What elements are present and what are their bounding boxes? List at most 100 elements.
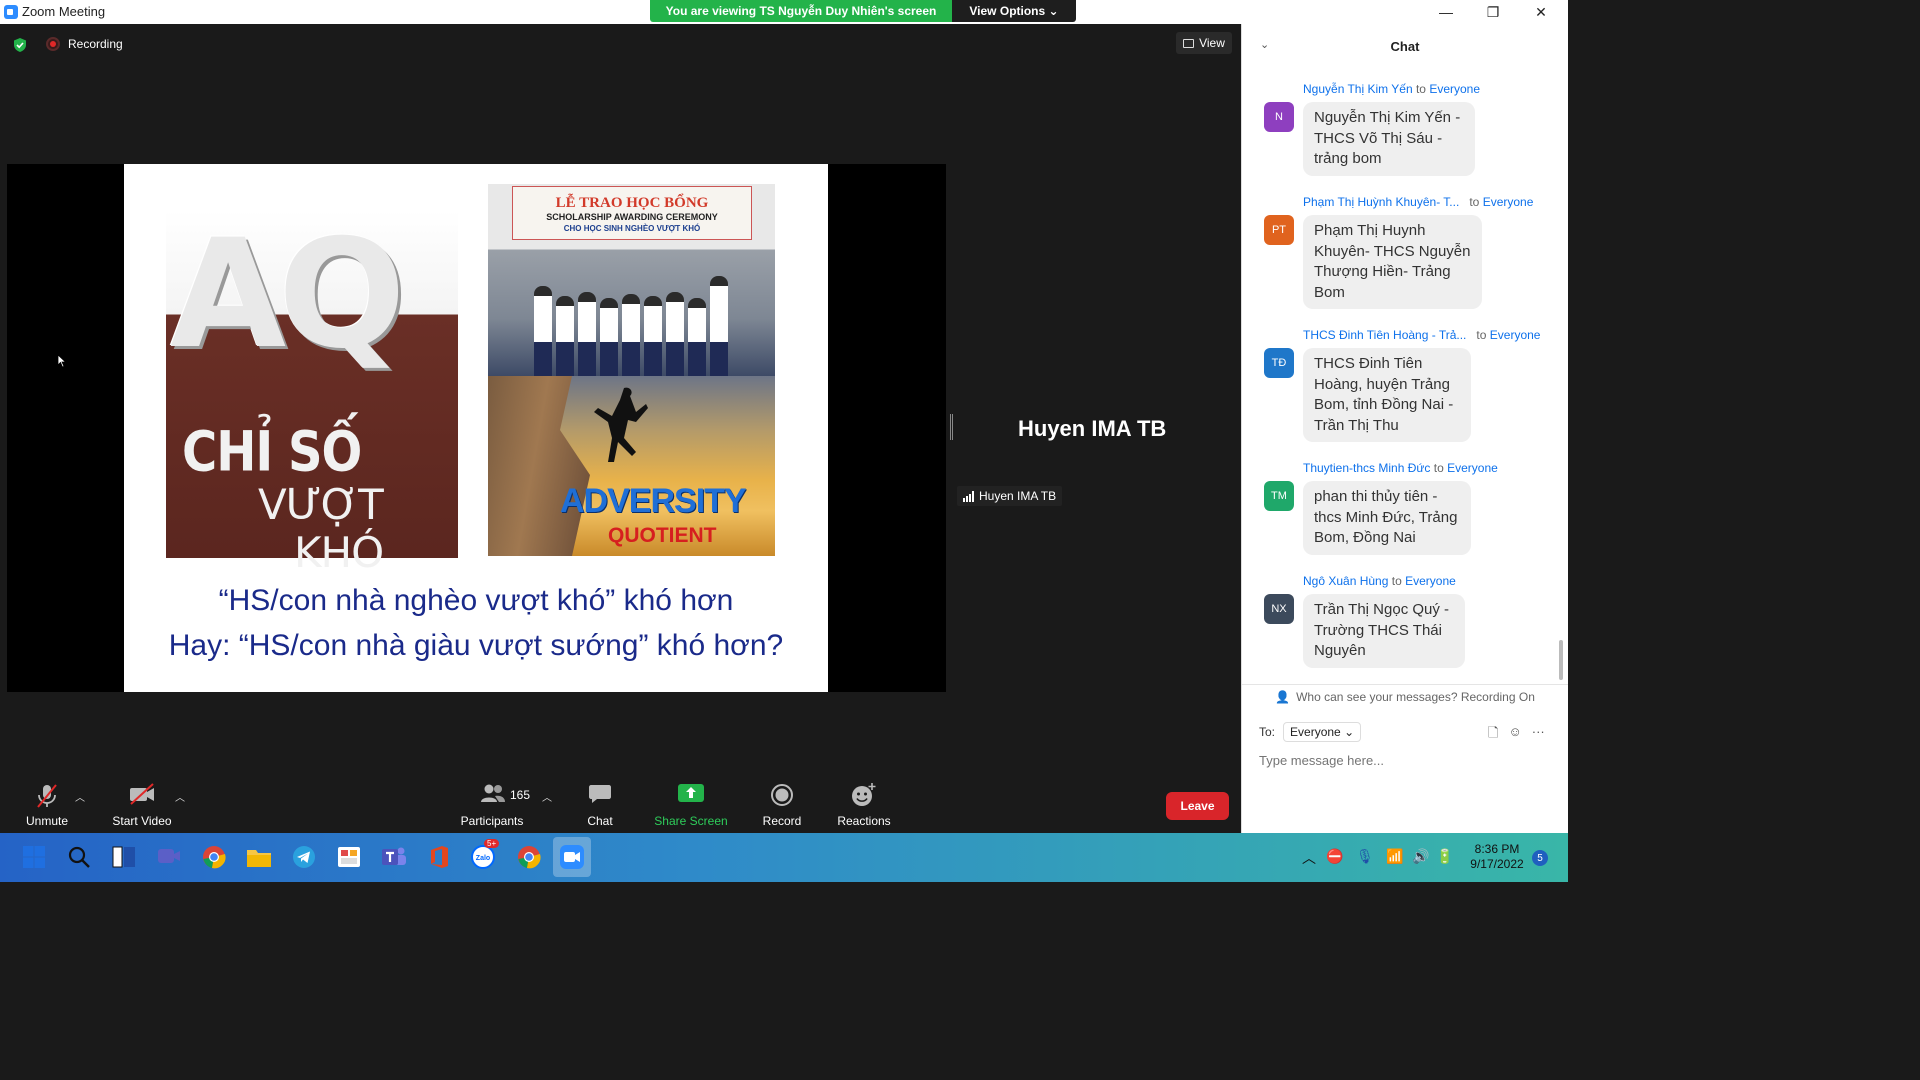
taskbar-app-zalo[interactable]: Zalo 5+ bbox=[470, 839, 500, 871]
volume-icon[interactable]: 🔊 bbox=[1412, 848, 1429, 865]
taskbar-app-chrome[interactable] bbox=[200, 843, 228, 871]
start-video-button[interactable]: Start Video bbox=[108, 775, 176, 833]
sender-name[interactable]: Ngô Xuân Hùng bbox=[1303, 574, 1388, 588]
person-lock-icon: 👤 bbox=[1275, 689, 1291, 704]
chat-button[interactable]: Chat bbox=[578, 775, 622, 833]
restore-button[interactable]: ❐ bbox=[1470, 0, 1516, 24]
avatar: NX bbox=[1264, 594, 1294, 624]
avatar: TM bbox=[1264, 481, 1294, 511]
aq-line-3: KHÓ bbox=[294, 528, 384, 577]
taskbar-app-zoom[interactable] bbox=[553, 837, 591, 877]
chat-scrollbar[interactable] bbox=[1559, 640, 1563, 680]
message-bubble: Nguyễn Thị Kim Yến - THCS Võ Thị Sáu - t… bbox=[1303, 102, 1475, 176]
taskbar-app-office[interactable] bbox=[425, 843, 453, 871]
taskbar-app-teams-chat[interactable] bbox=[155, 843, 183, 871]
message-recipient[interactable]: Everyone bbox=[1429, 82, 1480, 96]
message-bubble: phan thi thủy tiên - thcs Minh Đức, Trản… bbox=[1303, 481, 1471, 555]
wifi-icon[interactable]: 📶 bbox=[1386, 848, 1403, 865]
message-recipient[interactable]: Everyone bbox=[1490, 328, 1541, 342]
system-clock[interactable]: 8:36 PM 9/17/2022 bbox=[1462, 842, 1532, 872]
banner-subtitle-2: CHO HỌC SINH NGHÈO VƯỢT KHÓ bbox=[563, 224, 701, 233]
message-recipient[interactable]: Everyone bbox=[1447, 461, 1498, 475]
recipient-value: Everyone bbox=[1290, 725, 1341, 739]
start-video-label: Start Video bbox=[112, 814, 172, 828]
person-figure bbox=[600, 298, 618, 376]
avatar: PT bbox=[1264, 215, 1294, 245]
visibility-label: Who can see your messages? Recording On bbox=[1296, 689, 1535, 704]
participants-button[interactable]: 165 Participants bbox=[456, 775, 530, 833]
chat-tools: 🗋 ☺ ··· bbox=[1488, 724, 1545, 746]
person-figure bbox=[644, 296, 662, 376]
title-bar: Zoom Meeting You are viewing TS Nguyễn D… bbox=[0, 0, 1568, 24]
taskbar-app-chrome-2[interactable] bbox=[515, 843, 543, 871]
battery-icon[interactable]: 🔋 bbox=[1436, 848, 1453, 865]
close-icon: ✕ bbox=[1535, 3, 1547, 20]
message-input[interactable] bbox=[1259, 753, 1549, 768]
taskbar-app-telegram[interactable] bbox=[290, 843, 318, 871]
person-figure bbox=[622, 294, 640, 376]
reactions-button[interactable]: Reactions bbox=[834, 775, 894, 833]
sender-name[interactable]: THCS Đinh Tiên Hoàng - Trả... bbox=[1303, 328, 1466, 342]
notification-badge[interactable]: 5 bbox=[1532, 850, 1548, 866]
emoji-icon[interactable]: ☺ bbox=[1508, 724, 1521, 746]
microphone-tray-icon[interactable]: 🎙 bbox=[1356, 848, 1374, 865]
antivirus-tray-icon[interactable]: ⛔ bbox=[1326, 848, 1343, 865]
task-view-button[interactable] bbox=[110, 843, 138, 871]
leave-button[interactable]: Leave bbox=[1166, 792, 1229, 820]
start-button[interactable] bbox=[20, 843, 48, 871]
minimize-button[interactable]: — bbox=[1423, 0, 1469, 24]
climber-photo: ADVERSITY QUOTIENT bbox=[488, 376, 775, 556]
sender-name[interactable]: Phạm Thị Huỳnh Khuyên- T... bbox=[1303, 195, 1459, 209]
unmute-button[interactable]: Unmute bbox=[20, 775, 74, 833]
sender-name[interactable]: Thuytien-thcs Minh Đức bbox=[1303, 461, 1430, 475]
aq-line-1: CHỈ SỐ bbox=[182, 419, 362, 485]
recipient-select[interactable]: Everyone ⌄ bbox=[1283, 722, 1362, 742]
sender-name[interactable]: Nguyễn Thị Kim Yến bbox=[1303, 82, 1413, 96]
message-header: Thuytien-thcs Minh Đức to Everyone bbox=[1303, 461, 1498, 475]
message-header: Phạm Thị Huỳnh Khuyên- T... to Everyone bbox=[1303, 195, 1533, 209]
close-button[interactable]: ✕ bbox=[1518, 0, 1564, 24]
message-bubble: THCS Đinh Tiên Hoàng, huyện Trảng Bom, t… bbox=[1303, 348, 1471, 442]
message-to: to bbox=[1433, 461, 1444, 475]
person-figure bbox=[534, 286, 552, 376]
participants-caret-icon[interactable]: ︿ bbox=[542, 789, 552, 804]
chat-header: ⌄ Chat bbox=[1242, 24, 1568, 70]
message-header: Nguyễn Thị Kim Yến to Everyone bbox=[1303, 82, 1480, 96]
recording-label: Recording bbox=[68, 37, 123, 51]
record-button[interactable]: Record bbox=[758, 775, 806, 833]
taskbar-app-teams[interactable] bbox=[380, 843, 408, 871]
meeting-toolbar: Unmute ︿ Start Video ︿ 165 Participants … bbox=[0, 775, 1241, 833]
message-header: THCS Đinh Tiên Hoàng - Trả... to Everyon… bbox=[1303, 328, 1540, 342]
taskbar-app-file-explorer[interactable] bbox=[245, 843, 273, 871]
audio-options-caret-icon[interactable]: ︿ bbox=[75, 789, 85, 804]
message-to: to bbox=[1469, 195, 1480, 209]
taskbar-app-snipping[interactable] bbox=[335, 843, 363, 871]
share-screen-button[interactable]: Share Screen bbox=[650, 775, 732, 833]
video-options-caret-icon[interactable]: ︿ bbox=[175, 789, 185, 804]
view-button[interactable]: View bbox=[1176, 32, 1232, 54]
clock-date: 9/17/2022 bbox=[1470, 857, 1524, 871]
message-visibility-info[interactable]: 👤 Who can see your messages? Recording O… bbox=[1242, 684, 1568, 708]
message-recipient[interactable]: Everyone bbox=[1405, 574, 1456, 588]
video-chat-icon bbox=[158, 849, 180, 863]
zalo-badge: 5+ bbox=[484, 839, 500, 848]
more-icon[interactable]: ··· bbox=[1532, 724, 1545, 746]
security-shield-icon[interactable] bbox=[12, 37, 28, 53]
message-recipient[interactable]: Everyone bbox=[1483, 195, 1534, 209]
view-options-button[interactable]: View Options ⌄ bbox=[952, 0, 1076, 22]
ceremony-banner: LỄ TRAO HỌC BỔNG SCHOLARSHIP AWARDING CE… bbox=[512, 186, 752, 240]
smile-add-icon bbox=[852, 783, 876, 806]
person-figure bbox=[688, 298, 706, 376]
mouse-cursor-icon bbox=[57, 354, 67, 368]
search-button[interactable] bbox=[65, 843, 93, 871]
grid-icon bbox=[1183, 38, 1195, 48]
window-title: Zoom Meeting bbox=[22, 4, 106, 19]
show-hidden-icons-chevron-icon[interactable]: ︿ bbox=[1302, 848, 1316, 868]
recipient-row: To: Everyone ⌄ bbox=[1259, 722, 1362, 742]
message-bubble: Trần Thị Ngọc Quý - Trường THCS Thái Ngu… bbox=[1303, 594, 1465, 668]
file-icon[interactable]: 🗋 bbox=[1488, 724, 1498, 746]
panel-resize-handle[interactable] bbox=[950, 414, 953, 440]
avatar: N bbox=[1264, 102, 1294, 132]
clock-time: 8:36 PM bbox=[1474, 842, 1520, 856]
chat-title: Chat bbox=[1390, 39, 1420, 54]
